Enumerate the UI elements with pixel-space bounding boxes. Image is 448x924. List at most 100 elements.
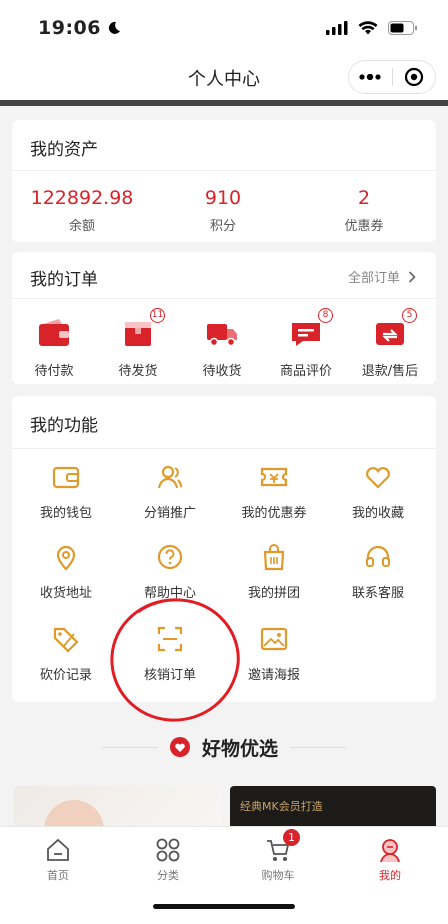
order-badge: 11: [150, 308, 165, 323]
func-customer-service[interactable]: 联系客服: [326, 542, 430, 601]
divider: [12, 170, 436, 171]
navigation-bar: 个人中心: [0, 56, 448, 100]
status-time-text: 19:06: [38, 17, 101, 39]
order-refund[interactable]: 5 退款/售后: [348, 308, 432, 379]
func-label: 我的优惠券: [241, 506, 307, 521]
func-group-buy[interactable]: 我的拼团: [222, 542, 326, 601]
func-label: 收货地址: [39, 586, 92, 601]
profile-icon: [377, 837, 403, 863]
all-orders-label: 全部订单: [347, 271, 400, 286]
func-distribution[interactable]: 分销推广: [118, 462, 222, 521]
tab-label: 购物车: [261, 869, 295, 882]
people-icon: [155, 462, 185, 492]
divider: [12, 448, 436, 449]
func-label: 我的钱包: [39, 506, 92, 521]
func-address[interactable]: 收货地址: [14, 542, 118, 601]
home-icon: [45, 837, 71, 863]
close-miniprogram-button[interactable]: [393, 61, 436, 93]
cart-badge: 1: [283, 829, 300, 846]
tab-label: 分类: [157, 869, 179, 882]
page-title: 个人中心: [188, 69, 260, 90]
func-favorites[interactable]: 我的收藏: [326, 462, 430, 521]
orders-title: 我的订单: [30, 270, 98, 290]
more-button[interactable]: [349, 61, 392, 93]
func-label: 我的收藏: [351, 506, 404, 521]
status-bar: 19:06: [0, 0, 448, 56]
func-label: 砍价记录: [39, 668, 92, 683]
coupons[interactable]: 2 优惠券: [294, 187, 434, 234]
points[interactable]: 910 积分: [153, 187, 293, 234]
help-icon: [155, 542, 185, 572]
functions-title: 我的功能: [30, 416, 98, 436]
poster-icon: [259, 624, 289, 654]
more-dots-icon: [359, 74, 381, 80]
headset-icon: [363, 542, 393, 572]
refund-icon: 5: [373, 308, 417, 348]
cart-icon: 1: [265, 829, 300, 863]
func-wallet[interactable]: 我的钱包: [14, 462, 118, 521]
balance[interactable]: 122892.98 余额: [12, 187, 152, 234]
home-indicator: [153, 904, 295, 909]
banner-text: 经典MK会员打造: [240, 800, 323, 813]
order-review[interactable]: 8 商品评价: [264, 308, 348, 379]
recommend-header: 好物优选: [0, 730, 448, 764]
truck-icon: [205, 318, 239, 348]
order-label: 待付款: [34, 364, 74, 379]
package-icon: 11: [121, 308, 165, 348]
group-bag-icon: [259, 542, 289, 572]
balance-value: 122892.98: [30, 187, 134, 209]
order-label: 待发货: [118, 364, 158, 379]
heart-filled-icon: [169, 737, 190, 757]
status-time: 19:06: [38, 17, 121, 39]
miniprogram-capsule: [348, 60, 436, 94]
func-coupons[interactable]: 我的优惠券: [222, 462, 326, 521]
chevron-right-icon: [408, 270, 416, 283]
points-label: 积分: [209, 219, 236, 234]
coupons-label: 优惠券: [344, 219, 384, 234]
order-to-ship[interactable]: 11 待发货: [96, 308, 180, 379]
func-label: 联系客服: [351, 586, 404, 601]
highlight-circle-annotation: [110, 598, 240, 722]
tab-cart[interactable]: 1 购物车: [238, 829, 318, 883]
divider: [12, 298, 436, 299]
order-label: 退款/售后: [361, 364, 419, 379]
tag-icon: [51, 624, 81, 654]
points-value: 910: [204, 187, 242, 209]
heart-icon: [363, 462, 393, 492]
wallet-icon: [51, 462, 81, 492]
assets-title: 我的资产: [30, 140, 98, 160]
product-banner-left[interactable]: [14, 786, 222, 830]
target-icon: [404, 67, 423, 87]
coupons-value: 2: [357, 187, 371, 209]
wallet-card-icon: [37, 318, 71, 348]
order-to-receive[interactable]: 待收货: [180, 318, 264, 379]
tab-mine[interactable]: 我的: [350, 837, 430, 883]
tab-category[interactable]: 分类: [128, 837, 208, 883]
order-badge: 8: [318, 308, 333, 323]
func-help[interactable]: 帮助中心: [118, 542, 222, 601]
tab-label: 我的: [379, 869, 401, 882]
wifi-icon: [358, 21, 378, 35]
order-pending-payment[interactable]: 待付款: [12, 318, 96, 379]
tab-label: 首页: [47, 869, 69, 882]
recommend-line-left: [101, 746, 158, 748]
battery-icon: [388, 21, 417, 35]
comment-icon: 8: [289, 308, 333, 348]
tab-home[interactable]: 首页: [18, 837, 98, 883]
signal-icon: [326, 21, 348, 35]
location-icon: [51, 542, 81, 572]
order-badge: 5: [402, 308, 417, 323]
moon-icon: [108, 21, 120, 34]
order-label: 待收货: [202, 364, 242, 379]
assets-card: 我的资产 122892.98 余额 910 积分 2 优惠券: [12, 120, 436, 242]
category-grid-icon: [155, 837, 181, 863]
recommend-title: 好物优选: [201, 737, 278, 760]
func-label: 分销推广: [143, 506, 196, 521]
coupon-icon: [259, 462, 289, 492]
func-bargain-records[interactable]: 砍价记录: [14, 624, 118, 683]
status-icons: [326, 21, 418, 35]
header-shadow-strip: [0, 100, 448, 106]
all-orders-link[interactable]: 全部订单: [348, 267, 416, 286]
order-label: 商品评价: [279, 364, 332, 379]
product-banner-right[interactable]: 经典MK会员打造: [230, 786, 436, 830]
